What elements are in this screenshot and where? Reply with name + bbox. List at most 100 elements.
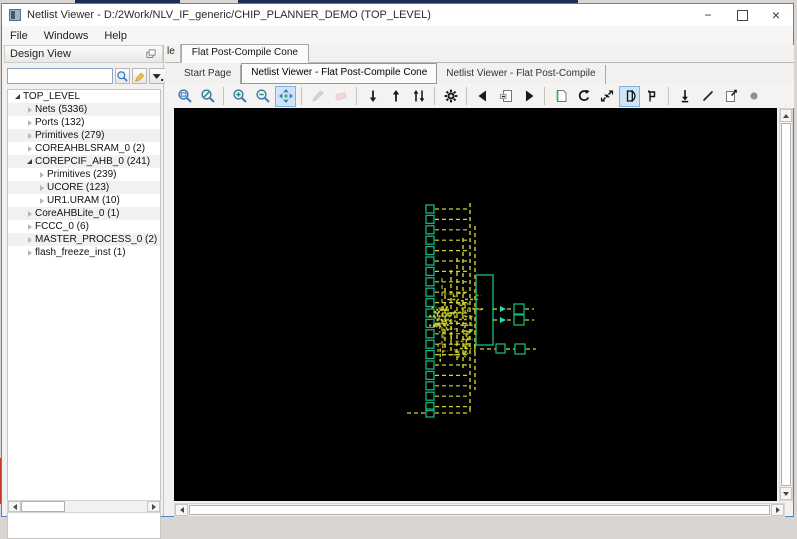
push-down-button[interactable] — [362, 86, 383, 107]
eraser-button[interactable] — [330, 86, 351, 107]
menu-item-file[interactable]: File — [2, 28, 36, 44]
tree-item-master-process-0-2[interactable]: MASTER_PROCESS_0 (2) — [8, 233, 160, 246]
collapsed-arrow-icon[interactable] — [24, 210, 35, 217]
tree-item-nets-5336[interactable]: Nets (5336) — [8, 103, 160, 116]
collapsed-arrow-icon[interactable] — [24, 145, 35, 152]
tree-item-coreahblsram-0-2[interactable]: COREAHBLSRAM_0 (2) — [8, 142, 160, 155]
view-tab-netlist-viewer-flat-post-compile[interactable]: Netlist Viewer - Flat Post-Compile — [437, 65, 606, 84]
zoom-window-button[interactable] — [174, 86, 195, 107]
previous-sheet-button[interactable] — [472, 86, 493, 107]
expanded-arrow-icon[interactable] — [24, 159, 35, 164]
collapsed-arrow-icon[interactable] — [24, 223, 35, 230]
tree-item-top-level[interactable]: TOP_LEVEL — [8, 90, 160, 103]
pan-icon — [278, 89, 293, 103]
reload-button[interactable] — [573, 86, 594, 107]
collapse-view-button[interactable] — [596, 86, 617, 107]
schematic-canvas[interactable] — [174, 108, 777, 501]
maximize-icon — [736, 9, 748, 21]
tree-item-label: TOP_LEVEL — [23, 91, 81, 102]
collapsed-arrow-icon[interactable] — [36, 171, 47, 178]
scroll-thumb[interactable] — [21, 501, 65, 512]
filter-dropdown-button[interactable] — [149, 68, 166, 84]
netlist-diagram — [407, 203, 536, 418]
arrows-up-down-icon — [413, 90, 424, 102]
cone-view-button[interactable] — [619, 85, 640, 107]
tree-item-label: UR1.URAM (10) — [47, 195, 120, 206]
panel-horizontal-scrollbar[interactable] — [7, 500, 161, 513]
view-tab-netlist-viewer-flat-post-compile-cone[interactable]: Netlist Viewer - Flat Post-Compile Cone — [241, 63, 438, 84]
filter-dropdown-icon — [152, 73, 164, 81]
toolbar-separator — [223, 87, 224, 105]
tree-item-coreahblite-0-1[interactable]: CoreAHBLite_0 (1) — [8, 207, 160, 220]
doc-tab-active[interactable]: Flat Post-Compile Cone — [180, 44, 309, 63]
maximize-button[interactable] — [725, 4, 759, 26]
next-sheet-button[interactable] — [518, 86, 539, 107]
tree-item-ports-132[interactable]: Ports (132) — [8, 116, 160, 129]
menu-item-windows[interactable]: Windows — [36, 28, 97, 44]
close-button[interactable]: × — [759, 4, 793, 26]
toolbar-separator — [434, 87, 435, 105]
tree-item-ur1-uram-10[interactable]: UR1.URAM (10) — [8, 194, 160, 207]
doc-tab-clipped[interactable]: le — [165, 44, 181, 62]
collapsed-arrow-icon[interactable] — [24, 236, 35, 243]
menu-item-help[interactable]: Help — [96, 28, 135, 44]
scroll-thumb[interactable] — [781, 123, 791, 486]
zoom-window-icon — [177, 89, 192, 103]
collapsed-arrow-icon[interactable] — [36, 184, 47, 191]
tree-item-label: flash_freeze_inst (1) — [35, 247, 126, 258]
edit-pencil-button[interactable] — [307, 86, 328, 107]
tree-item-ucore-123[interactable]: UCORE (123) — [8, 181, 160, 194]
float-icon — [146, 49, 156, 58]
collapsed-arrow-icon[interactable] — [24, 106, 35, 113]
highlight-button[interactable] — [132, 68, 147, 84]
tree-item-label: COREPCIF_AHB_0 (241) — [35, 156, 151, 167]
probe-down-button[interactable] — [674, 86, 695, 107]
zoom-in-icon — [232, 89, 247, 103]
float-panel-button[interactable] — [143, 47, 159, 61]
collapsed-arrow-icon[interactable] — [24, 119, 35, 126]
record-dot-button[interactable] — [743, 86, 764, 107]
zoom-fit-button[interactable] — [197, 86, 218, 107]
scroll-left-button[interactable] — [8, 501, 21, 512]
current-sheet-button[interactable] — [495, 86, 516, 107]
scroll-right-button[interactable] — [771, 504, 784, 516]
netlist-viewer-window: Netlist Viewer - D:/2Work/NLV_IF_generic… — [1, 3, 794, 539]
toolbar-separator — [544, 87, 545, 105]
arrow-up-icon — [392, 90, 399, 102]
scroll-up-button[interactable] — [780, 109, 792, 122]
tree-item-fccc-0-6[interactable]: FCCC_0 (6) — [8, 220, 160, 233]
new-sheet-button[interactable] — [550, 86, 571, 107]
tree-item-primitives-279[interactable]: Primitives (279) — [8, 129, 160, 142]
collapsed-arrow-icon[interactable] — [24, 249, 35, 256]
push-pop-button[interactable] — [408, 86, 429, 107]
scroll-right-button[interactable] — [147, 501, 160, 512]
pop-up-button[interactable] — [385, 86, 406, 107]
scroll-down-button[interactable] — [780, 487, 792, 500]
export-sheet-button[interactable] — [720, 86, 741, 107]
tree-item-label: Primitives (239) — [47, 169, 117, 180]
zoom-out-icon — [255, 89, 270, 103]
view-tab-start-page[interactable]: Start Page — [175, 65, 242, 84]
scroll-thumb[interactable] — [189, 505, 770, 515]
collapsed-arrow-icon[interactable] — [24, 132, 35, 139]
canvas-horizontal-scrollbar[interactable] — [174, 503, 785, 517]
settings-button[interactable] — [440, 86, 461, 107]
orthogonal-route-button[interactable] — [642, 86, 663, 107]
scroll-left-button[interactable] — [175, 504, 188, 516]
tree-item-corepcif-ahb-0-241[interactable]: COREPCIF_AHB_0 (241) — [8, 155, 160, 168]
minimize-button[interactable]: − — [691, 4, 725, 26]
canvas-vertical-scrollbar[interactable] — [779, 108, 793, 501]
expanded-arrow-icon[interactable] — [12, 94, 23, 99]
search-button[interactable] — [115, 68, 130, 84]
draw-line-button[interactable] — [697, 86, 718, 107]
view-tab-bar: Start Page Netlist Viewer - Flat Post-Com… — [165, 63, 794, 84]
pan-tool-button[interactable] — [275, 85, 296, 107]
zoom-in-button[interactable] — [229, 86, 250, 107]
tree-item-primitives-239[interactable]: Primitives (239) — [8, 168, 160, 181]
zoom-out-button[interactable] — [252, 86, 273, 107]
tree-item-flash-freeze-inst-1[interactable]: flash_freeze_inst (1) — [8, 246, 160, 259]
tree-item-label: Nets (5336) — [35, 104, 88, 115]
collapsed-arrow-icon[interactable] — [36, 197, 47, 204]
tree-item-label: CoreAHBLite_0 (1) — [35, 208, 120, 219]
search-input[interactable] — [7, 68, 113, 84]
